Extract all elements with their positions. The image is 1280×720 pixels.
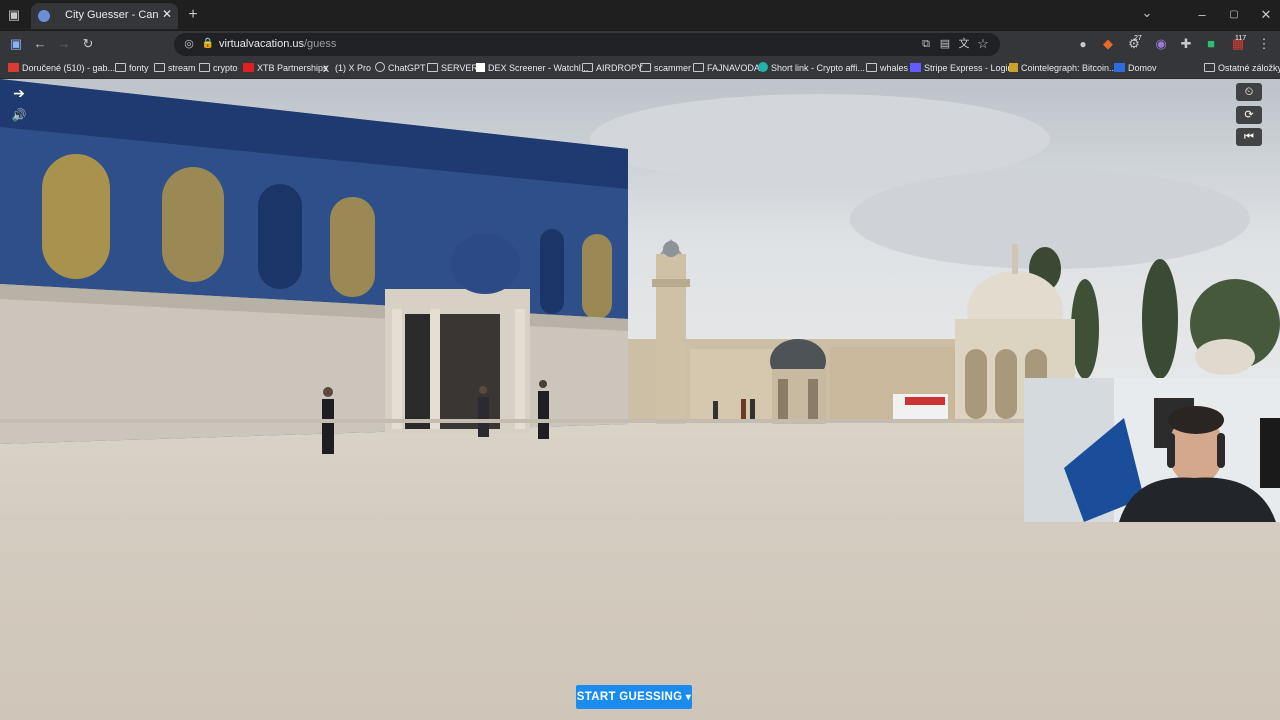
bookmark-gmail[interactable]: Doručené (510) - gab... bbox=[8, 61, 115, 76]
bookmarks-bar: Doručené (510) - gab... fonty stream cry… bbox=[0, 58, 1280, 79]
folder-icon bbox=[582, 63, 593, 72]
person bbox=[322, 399, 334, 454]
history-icon[interactable]: ⏲ bbox=[1236, 83, 1262, 101]
tree bbox=[1142, 259, 1178, 379]
map-marker-icon: ▾ bbox=[685, 692, 692, 703]
sidebar-icon[interactable]: ▣ bbox=[6, 34, 26, 54]
bookmark-dex-screener[interactable]: DEX Screener - Watchl... bbox=[476, 61, 588, 76]
cointelegraph-icon bbox=[1009, 63, 1018, 72]
bookmark-x-pro[interactable]: X (1) X Pro bbox=[323, 61, 371, 76]
maximize-icon[interactable]: ▢ bbox=[1224, 5, 1244, 25]
domov-icon bbox=[1114, 63, 1125, 72]
person bbox=[538, 391, 549, 439]
bookmark-cointelegraph[interactable]: Cointelegraph: Bitcoin... bbox=[1009, 61, 1117, 76]
panorama-view[interactable]: ➔ 🔊 ⏲ ⟳ ⏮ bbox=[0, 79, 1280, 720]
tab-bar: ▣ City Guesser - Can you guess ✕ + ⌄ – ▢… bbox=[0, 0, 1280, 31]
folder-icon bbox=[199, 63, 210, 72]
refresh-icon[interactable]: ⟳ bbox=[1236, 106, 1262, 124]
bookmark-fajnavoda[interactable]: FAJNAVODA bbox=[693, 61, 760, 76]
stripe-icon bbox=[910, 63, 921, 72]
mail-extension-icon[interactable]: ▦ 117 bbox=[1228, 34, 1248, 54]
bookmark-xtb[interactable]: XTB Partnerships bbox=[243, 61, 328, 76]
toolbar: ▣ ← → ↻ ◎ 🔒 virtualvacation.us/guess ⧉ ▤… bbox=[0, 31, 1280, 58]
site-info-icon[interactable]: ◎ bbox=[179, 34, 199, 54]
tab-search-icon[interactable]: ⌄ bbox=[1137, 3, 1157, 23]
gmail-icon bbox=[8, 63, 19, 72]
short-link-icon bbox=[758, 62, 768, 72]
bookmark-short-link[interactable]: Short link - Crypto affi... bbox=[758, 61, 865, 76]
bookmark-domov[interactable]: Domov bbox=[1114, 61, 1157, 76]
bookmark-scammer[interactable]: scammer bbox=[640, 61, 691, 76]
xtb-icon bbox=[243, 63, 254, 72]
webcam-overlay bbox=[1024, 378, 1280, 522]
bookmark-star-icon[interactable]: ☆ bbox=[973, 34, 993, 54]
folder-icon bbox=[693, 63, 704, 72]
folder-icon bbox=[154, 63, 165, 72]
bookmark-whales[interactable]: whales bbox=[866, 61, 908, 76]
tree bbox=[1071, 279, 1099, 379]
screenshot-icon[interactable]: ▤ bbox=[935, 34, 955, 54]
bookmark-other[interactable]: Ostatné záložky bbox=[1204, 61, 1280, 76]
bookmark-fonty[interactable]: fonty bbox=[115, 61, 149, 76]
forward-icon[interactable]: → bbox=[54, 34, 74, 54]
back-arrow-icon[interactable]: ➔ bbox=[6, 84, 32, 102]
tab-title: City Guesser - Can you guess bbox=[65, 9, 161, 21]
install-app-icon[interactable]: ⧉ bbox=[916, 34, 936, 54]
fox-extension-icon[interactable]: ◆ bbox=[1098, 34, 1118, 54]
close-window-icon[interactable]: ✕ bbox=[1256, 5, 1276, 25]
url-text: virtualvacation.us/guess bbox=[219, 38, 337, 50]
rewind-icon[interactable]: ⏮ bbox=[1236, 128, 1262, 146]
person bbox=[478, 397, 489, 437]
puzzle-icon[interactable]: ✚ bbox=[1176, 34, 1196, 54]
bookmark-server[interactable]: SERVER bbox=[427, 61, 478, 76]
lock-icon: 🔒 bbox=[201, 38, 215, 49]
folder-icon bbox=[115, 63, 126, 72]
headset-icon bbox=[1167, 433, 1175, 468]
address-bar[interactable]: ◎ 🔒 virtualvacation.us/guess ⧉ ▤ 文 ☆ bbox=[174, 33, 1000, 56]
back-icon[interactable]: ← bbox=[30, 34, 50, 54]
extension-badge-icon[interactable]: ⚙ 27 bbox=[1124, 34, 1144, 54]
tab-actions-icon[interactable]: ▣ bbox=[4, 5, 24, 25]
reload-icon[interactable]: ↻ bbox=[78, 34, 98, 54]
folder-icon bbox=[1204, 63, 1215, 72]
bookmark-chatgpt[interactable]: ChatGPT bbox=[375, 61, 426, 76]
extension-badge-count: 27 bbox=[1134, 35, 1142, 42]
webcam-feed bbox=[1024, 378, 1280, 522]
volume-icon[interactable]: 🔊 bbox=[6, 106, 32, 124]
menu-icon[interactable]: ⋮ bbox=[1254, 34, 1274, 54]
folder-icon bbox=[427, 63, 438, 72]
site-favicon-icon bbox=[38, 10, 50, 22]
dex-screener-icon bbox=[476, 63, 485, 72]
bookmark-crypto[interactable]: crypto bbox=[199, 61, 238, 76]
tab-close-icon[interactable]: ✕ bbox=[162, 7, 172, 21]
new-tab-icon[interactable]: + bbox=[183, 5, 203, 25]
bookmark-stripe[interactable]: Stripe Express - Login bbox=[910, 61, 1013, 76]
mail-badge-count: 117 bbox=[1235, 35, 1247, 42]
bookmark-airdropy[interactable]: AIRDROPY bbox=[582, 61, 643, 76]
minimize-icon[interactable]: – bbox=[1192, 5, 1212, 25]
folder-icon bbox=[640, 63, 651, 72]
green-extension-icon[interactable]: ■ bbox=[1201, 34, 1221, 54]
translate-icon[interactable]: 文 bbox=[954, 34, 974, 54]
tab-active[interactable]: City Guesser - Can you guess ✕ bbox=[31, 3, 178, 29]
cloud bbox=[590, 94, 1050, 184]
bookmark-stream[interactable]: stream bbox=[154, 61, 196, 76]
purple-extension-icon[interactable]: ◉ bbox=[1151, 34, 1171, 54]
folder-icon bbox=[866, 63, 877, 72]
x-logo-icon: X bbox=[323, 64, 330, 74]
chatgpt-icon bbox=[375, 62, 385, 72]
start-guessing-button[interactable]: START GUESSING ▾ bbox=[576, 685, 692, 709]
profile-icon[interactable]: ● bbox=[1073, 34, 1093, 54]
